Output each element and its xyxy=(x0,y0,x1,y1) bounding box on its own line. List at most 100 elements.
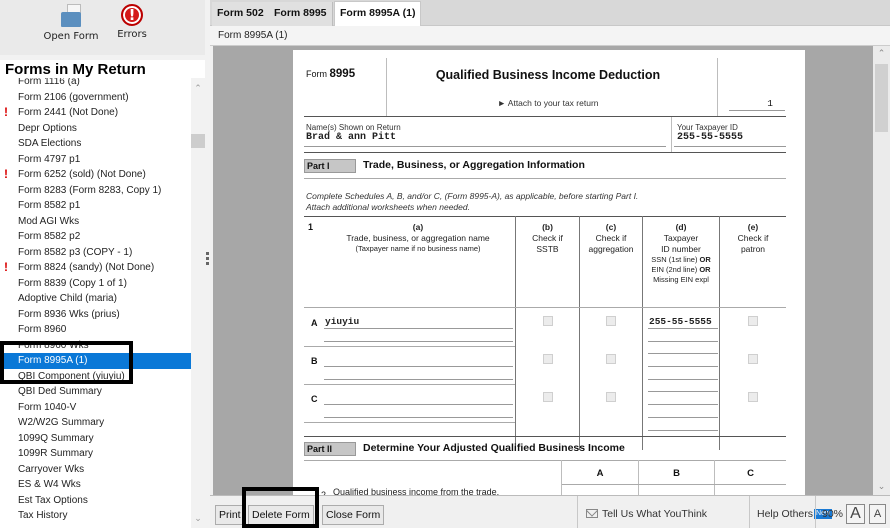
row-c-name-field[interactable] xyxy=(324,404,513,405)
form-list-item[interactable]: QBI Ded Summary xyxy=(0,384,191,400)
viewer-scrollbar[interactable]: ⌃ ⌄ xyxy=(873,46,890,495)
scroll-up-icon[interactable]: ⌃ xyxy=(873,46,890,62)
col-a-header: (a) Trade, business, or aggregation name… xyxy=(346,222,490,253)
form-list-item[interactable]: Depr Options xyxy=(0,121,191,137)
form-list-item[interactable]: Form 8995A (1) xyxy=(0,353,191,369)
part2-col-c: C xyxy=(747,468,754,479)
tab-form-502[interactable]: Form 502 xyxy=(212,2,270,26)
forms-list-scrollbar[interactable]: ⌃ ⌄ xyxy=(191,78,205,528)
increase-font-button[interactable]: A xyxy=(846,504,865,524)
form-list-item[interactable]: ! Form 8824 (sandy) (Not Done) xyxy=(0,260,191,276)
form-list-item[interactable]: Form 8936 Wks (prius) xyxy=(0,307,191,323)
form-list-item[interactable]: W2/W2G Summary xyxy=(0,415,191,431)
form-list-item[interactable]: Adoptive Child (maria) xyxy=(0,291,191,307)
row-a-name-field[interactable]: yiuyiu xyxy=(325,316,359,327)
forms-list: Form 1116 (a) Form 2106 (government)! Form… xyxy=(0,78,191,528)
form-list-item[interactable]: Tax History xyxy=(0,508,191,524)
scroll-up-icon[interactable]: ⌃ xyxy=(191,82,205,96)
form-list-item[interactable]: Form 4797 p1 xyxy=(0,152,191,168)
help-others-label: Help Others xyxy=(757,508,814,520)
form-list-item[interactable]: Form 1040-V xyxy=(0,400,191,416)
row-c-letter: C xyxy=(311,394,318,404)
row-a-patron-checkbox[interactable] xyxy=(748,316,758,326)
close-form-button[interactable]: Close Form xyxy=(322,505,385,525)
tab-form-8995a[interactable]: Form 8995A (1) xyxy=(334,1,422,27)
form-list-item-label: Form 8960 xyxy=(18,324,67,335)
feedback-link[interactable]: Tell Us What YouThink xyxy=(586,505,707,523)
form-list-item-label: Form 6252 (sold) (Not Done) xyxy=(18,169,146,180)
form-list-item[interactable]: Form 1116 (a) xyxy=(0,78,191,90)
decrease-font-button[interactable]: A xyxy=(869,504,886,524)
row-b-sstb-checkbox[interactable] xyxy=(543,354,553,364)
form-list-item[interactable]: SDA Elections xyxy=(0,136,191,152)
form-list-item-label: QBI Ded Summary xyxy=(18,386,102,397)
form-list-item[interactable]: QBI Component (yiuyiu) xyxy=(0,369,191,385)
row-c-sstb-checkbox[interactable] xyxy=(543,392,553,402)
form-list-item-label: Form 8582 p1 xyxy=(18,200,81,211)
row-c-aggregation-checkbox[interactable] xyxy=(606,392,616,402)
form-list-item-label: Form 8582 p2 xyxy=(18,231,81,242)
row-c-tin-field[interactable] xyxy=(648,391,718,392)
form-list-item-label: Form 4797 p1 xyxy=(18,153,81,165)
form-list-item[interactable]: 1099R Summary xyxy=(0,446,191,462)
part2-tag: Part II xyxy=(304,442,356,456)
row-b-name-field[interactable] xyxy=(324,366,513,367)
scrollbar-thumb[interactable] xyxy=(191,134,205,148)
form-list-item[interactable]: Form 8582 p2 xyxy=(0,229,191,245)
form-list-item[interactable]: Form 8960 xyxy=(0,322,191,338)
error-stop-icon: ! xyxy=(121,4,143,26)
form-list-item[interactable]: Form 8960 Wks xyxy=(0,338,191,354)
form-list-item-label: Form 8995A (1) xyxy=(18,355,88,366)
form-list-item[interactable]: Form 2106 (government) xyxy=(0,90,191,106)
form-list-item[interactable]: 1099Q Summary xyxy=(0,431,191,447)
form-list-item[interactable]: Form 8839 (Copy 1 of 1) xyxy=(0,276,191,292)
instruction-line-1: Complete Schedules A, B, and/or C, (Form… xyxy=(306,191,639,201)
col-d-header: (d) Taxpayer ID number SSN (1st line) OR… xyxy=(651,222,711,284)
taxpayer-id-field[interactable]: 255-55-5555 xyxy=(677,132,743,143)
form-list-item[interactable]: Form 8582 p1 xyxy=(0,198,191,214)
sequence-number-field[interactable]: 1 xyxy=(729,98,785,111)
name-field[interactable]: Brad & ann Pitt xyxy=(306,132,396,143)
row-b-letter: B xyxy=(311,356,318,366)
row-a-tin-field[interactable]: 255-55-5555 xyxy=(649,316,712,327)
open-form-label: Open Form xyxy=(43,31,99,42)
print-button[interactable]: Print xyxy=(215,505,245,525)
form-list-item[interactable]: Form 8582 p3 (COPY - 1) xyxy=(0,245,191,261)
row-c-patron-checkbox[interactable] xyxy=(748,392,758,402)
instruction-line-2: Attach additional worksheets when needed… xyxy=(306,202,470,212)
form-list-item[interactable]: ! Form 2441 (Not Done) xyxy=(0,105,191,121)
form-list-item[interactable]: Est Tax Options xyxy=(0,493,191,509)
form-list-item[interactable]: Carryover Wks xyxy=(0,462,191,478)
tab-form-8995[interactable]: Form 8995 xyxy=(269,2,333,26)
scroll-down-icon[interactable]: ⌄ xyxy=(191,512,205,526)
warning-icon: ! xyxy=(4,105,8,119)
viewer-scrollbar-thumb[interactable] xyxy=(875,64,888,132)
form-list-item-label: 1099R Summary xyxy=(18,448,94,459)
row-a-sstb-checkbox[interactable] xyxy=(543,316,553,326)
help-others-link[interactable]: Help Others New xyxy=(757,505,833,523)
col-c-header: (c) Check if aggregation xyxy=(588,222,634,254)
form-list-item[interactable]: ES & W4 Wks xyxy=(0,477,191,493)
form-list-item[interactable]: Form 8283 (Form 8283, Copy 1) xyxy=(0,183,191,199)
errors-button[interactable]: ! Errors xyxy=(112,4,152,40)
form-list-item[interactable]: ! Form 6252 (sold) (Not Done) xyxy=(0,167,191,183)
form-list-item-label: Form 8283 (Form 8283, Copy 1) xyxy=(18,184,162,196)
row-b-aggregation-checkbox[interactable] xyxy=(606,354,616,364)
panel-splitter-handle[interactable] xyxy=(205,250,210,270)
forms-panel: Open Form ! Errors Forms in My Return Fo… xyxy=(0,0,210,528)
form-list-item-label: Form 8936 Wks (prius) xyxy=(18,308,120,320)
form-list-item-label: Form 8960 Wks xyxy=(18,339,89,351)
row-b-tin-field[interactable] xyxy=(648,353,718,354)
scroll-down-icon[interactable]: ⌄ xyxy=(873,479,890,495)
delete-form-button[interactable]: Delete Form xyxy=(248,505,314,525)
bottom-toolbar: Print Delete Form Close Form Tell Us Wha… xyxy=(210,495,890,528)
part2-col-b: B xyxy=(673,468,680,479)
row-a-aggregation-checkbox[interactable] xyxy=(606,316,616,326)
row-a-letter: A xyxy=(311,318,318,328)
open-form-button[interactable]: Open Form xyxy=(42,4,100,42)
form-list-item-label: 1099Q Summary xyxy=(18,432,94,444)
row-b-patron-checkbox[interactable] xyxy=(748,354,758,364)
tax-app-window: Open Form ! Errors Forms in My Return Fo… xyxy=(0,0,890,528)
form-list-item[interactable]: Mod AGI Wks xyxy=(0,214,191,230)
col-e-header: (e) Check if patron xyxy=(737,222,769,254)
